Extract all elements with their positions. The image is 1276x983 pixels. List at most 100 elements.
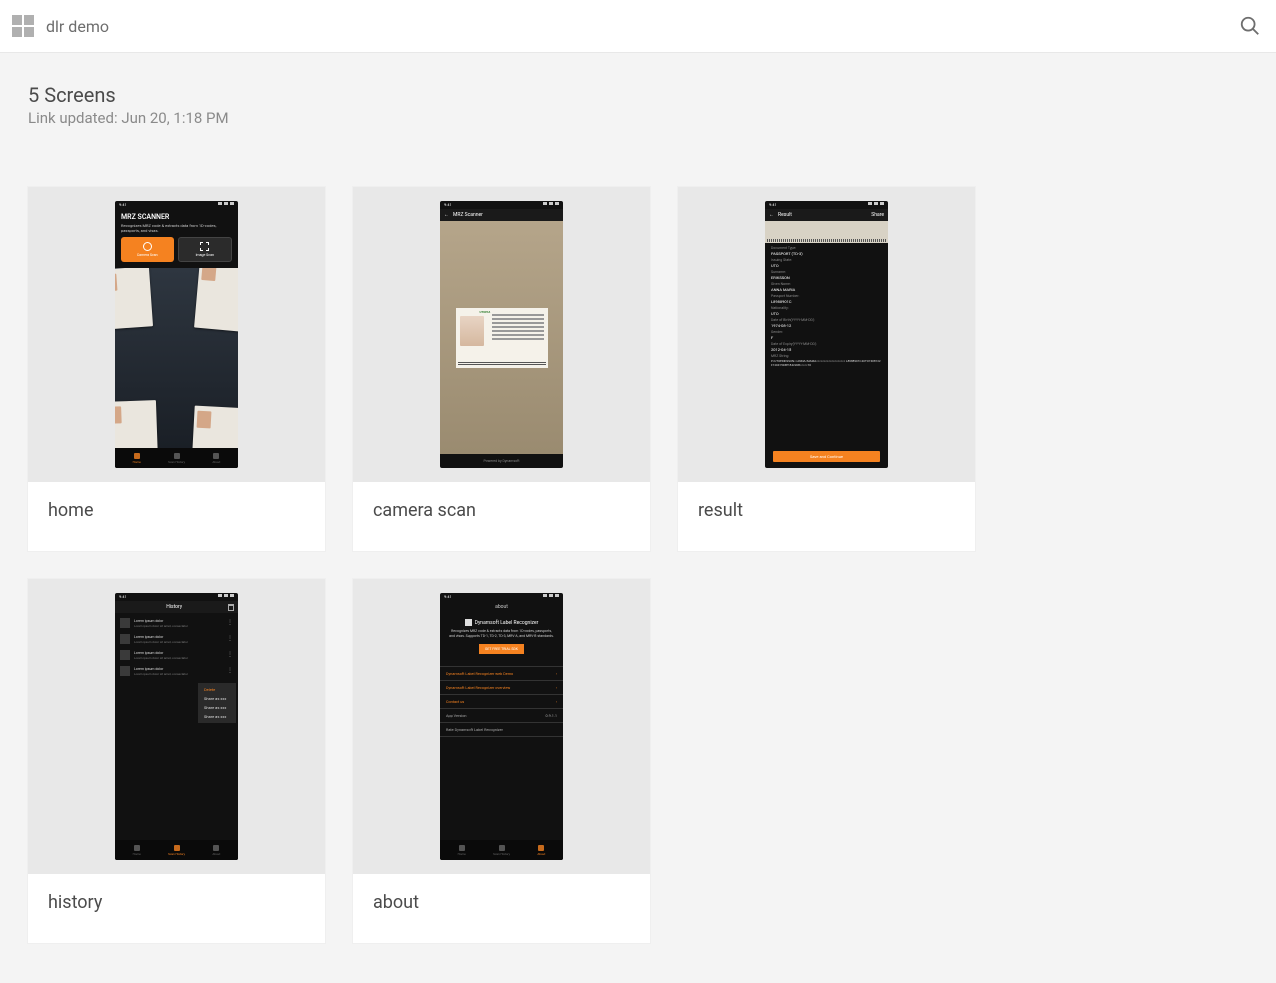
menu-delete[interactable]: Delete <box>204 687 230 692</box>
home-title: MRZ SCANNER <box>115 209 238 223</box>
status-time: 9:41 <box>769 202 777 208</box>
share-button[interactable]: Share <box>871 212 884 218</box>
item-thumb <box>120 634 130 644</box>
card-history[interactable]: 9:41 . History Lorem ipsum dolorLorem ip… <box>28 579 325 943</box>
camera-scan-label: Camera Scan <box>137 253 158 257</box>
save-continue-button[interactable]: Save and Continue <box>773 451 880 462</box>
phone-camera: 9:41 MRZ Scanner UTOPIA <box>440 201 563 468</box>
phone-home: 9:41 MRZ SCANNER Recognizes MRZ code & e… <box>115 201 238 468</box>
camera-icon <box>143 242 152 251</box>
trial-button[interactable]: GET FREE TRIAL SDK <box>479 644 524 654</box>
field-value: 1974-08-12 <box>771 323 882 328</box>
nav-history[interactable]: Scan History <box>168 453 185 464</box>
status-time: 9:41 <box>444 594 452 600</box>
rate-row[interactable]: Rate Dynamsoft Label Recognizer <box>440 723 563 737</box>
link-row[interactable]: Dynamsoft Label Recognizer overview› <box>440 681 563 695</box>
field-value: UTO <box>771 311 882 316</box>
link-row[interactable]: Dynamsoft Label Recognizer web Demo› <box>440 667 563 681</box>
more-icon[interactable]: ⋮ <box>227 636 233 642</box>
result-fields: Document Type: PASSPORT (TD-3) Issuing S… <box>765 243 888 447</box>
home-desc: Recognizes MRZ code & extracts data from… <box>115 223 238 237</box>
field-label: Gender: <box>771 330 882 334</box>
status-bar: 9:41 <box>765 201 888 209</box>
card-home[interactable]: 9:41 MRZ SCANNER Recognizes MRZ code & e… <box>28 187 325 551</box>
passport-photo <box>460 316 484 346</box>
grid-icon[interactable] <box>12 15 34 37</box>
menu-share-3[interactable]: Share as xxx <box>204 714 230 719</box>
status-icons <box>868 202 884 208</box>
about-hero: Dynamsoft Label Recognizer Recognizes MR… <box>440 613 563 660</box>
bottom-nav: Home Scan History About <box>115 448 238 468</box>
result-topbar: Result Share <box>765 209 888 221</box>
field-label: MRZ String: <box>771 354 882 358</box>
card-camera-scan[interactable]: 9:41 MRZ Scanner UTOPIA <box>353 187 650 551</box>
search-icon <box>1239 15 1261 37</box>
nav-history[interactable]: Scan History <box>493 845 510 856</box>
card-home-preview: 9:41 MRZ SCANNER Recognizes MRZ code & e… <box>28 187 325 482</box>
list-item[interactable]: Lorem ipsum dolorLorem ipsum dolor sit a… <box>115 615 238 631</box>
nav-about[interactable]: About <box>212 845 220 856</box>
search-button[interactable] <box>1236 12 1264 40</box>
field-label: Given Name: <box>771 282 882 286</box>
status-icons <box>543 202 559 208</box>
phone-about: 9:41 about Dynamsoft Label Recognizer Re… <box>440 593 563 860</box>
field-value: UTO <box>771 263 882 268</box>
back-icon[interactable] <box>444 212 449 218</box>
list-item[interactable]: Lorem ipsum dolorLorem ipsum dolor sit a… <box>115 663 238 679</box>
chevron-right-icon: › <box>556 685 557 690</box>
list-item[interactable]: Lorem ipsum dolorLorem ipsum dolor sit a… <box>115 631 238 647</box>
about-topbar: about <box>440 601 563 613</box>
bottom-nav: Home Scan History About <box>115 840 238 860</box>
list-item[interactable]: Lorem ipsum dolorLorem ipsum dolor sit a… <box>115 647 238 663</box>
menu-share-1[interactable]: Share as xxx <box>204 696 230 701</box>
result-thumbnail <box>765 221 888 243</box>
passport-country: UTOPIA <box>480 310 491 314</box>
menu-share-2[interactable]: Share as xxx <box>204 705 230 710</box>
more-icon[interactable]: ⋮ <box>227 652 233 658</box>
nav-home[interactable]: Home <box>133 453 141 464</box>
status-time: 9:41 <box>444 202 452 208</box>
meta-block: 5 Screens Link updated: Jun 20, 1:18 PM <box>28 83 1248 127</box>
card-about-preview: 9:41 about Dynamsoft Label Recognizer Re… <box>353 579 650 874</box>
nav-about[interactable]: About <box>537 845 545 856</box>
field-label: Document Type: <box>771 246 882 250</box>
status-bar: 9:41 <box>115 201 238 209</box>
about-links: Dynamsoft Label Recognizer web Demo› Dyn… <box>440 666 563 737</box>
status-bar: 9:41 <box>440 593 563 601</box>
home-gallery <box>115 268 238 448</box>
image-scan-button[interactable]: Image Scan <box>178 237 233 262</box>
card-about[interactable]: 9:41 about Dynamsoft Label Recognizer Re… <box>353 579 650 943</box>
status-time: 9:41 <box>119 202 127 208</box>
nav-history[interactable]: Scan History <box>168 845 185 856</box>
result-title: Result <box>778 212 792 218</box>
main-area: 5 Screens Link updated: Jun 20, 1:18 PM … <box>0 53 1276 983</box>
more-icon[interactable]: ⋮ <box>227 668 233 674</box>
card-camera-label: camera scan <box>353 482 650 551</box>
camera-viewfinder: UTOPIA <box>440 221 563 454</box>
nav-home[interactable]: Home <box>133 845 141 856</box>
about-brand: Dynamsoft Label Recognizer <box>465 619 539 626</box>
field-label: Date of Birth(YYYY-MM-DD): <box>771 318 882 322</box>
more-icon[interactable]: ⋮ <box>227 620 233 626</box>
version-row: App Version0.9.1.1 <box>440 709 563 723</box>
header: dlr demo <box>0 0 1276 53</box>
camera-title: MRZ Scanner <box>453 212 483 218</box>
phone-result: 9:41 Result Share Document Type: PASSPOR… <box>765 201 888 468</box>
nav-about[interactable]: About <box>212 453 220 464</box>
card-result[interactable]: 9:41 Result Share Document Type: PASSPOR… <box>678 187 975 551</box>
trash-icon[interactable] <box>228 604 234 611</box>
home-buttons: Camera Scan Image Scan <box>115 237 238 268</box>
chevron-right-icon: › <box>556 671 557 676</box>
back-icon[interactable] <box>769 212 774 218</box>
link-row[interactable]: Contact us› <box>440 695 563 709</box>
nav-home[interactable]: Home <box>458 845 466 856</box>
card-camera-preview: 9:41 MRZ Scanner UTOPIA <box>353 187 650 482</box>
field-label: Passport Number: <box>771 294 882 298</box>
bottom-nav: Home Scan History About <box>440 840 563 860</box>
camera-footer: Powered by Dynamsoft <box>440 454 563 468</box>
header-left: dlr demo <box>12 15 109 37</box>
camera-scan-button[interactable]: Camera Scan <box>121 237 174 262</box>
context-menu: Delete Share as xxx Share as xxx Share a… <box>198 683 236 723</box>
card-about-label: about <box>353 874 650 943</box>
field-value: F <box>771 335 882 340</box>
